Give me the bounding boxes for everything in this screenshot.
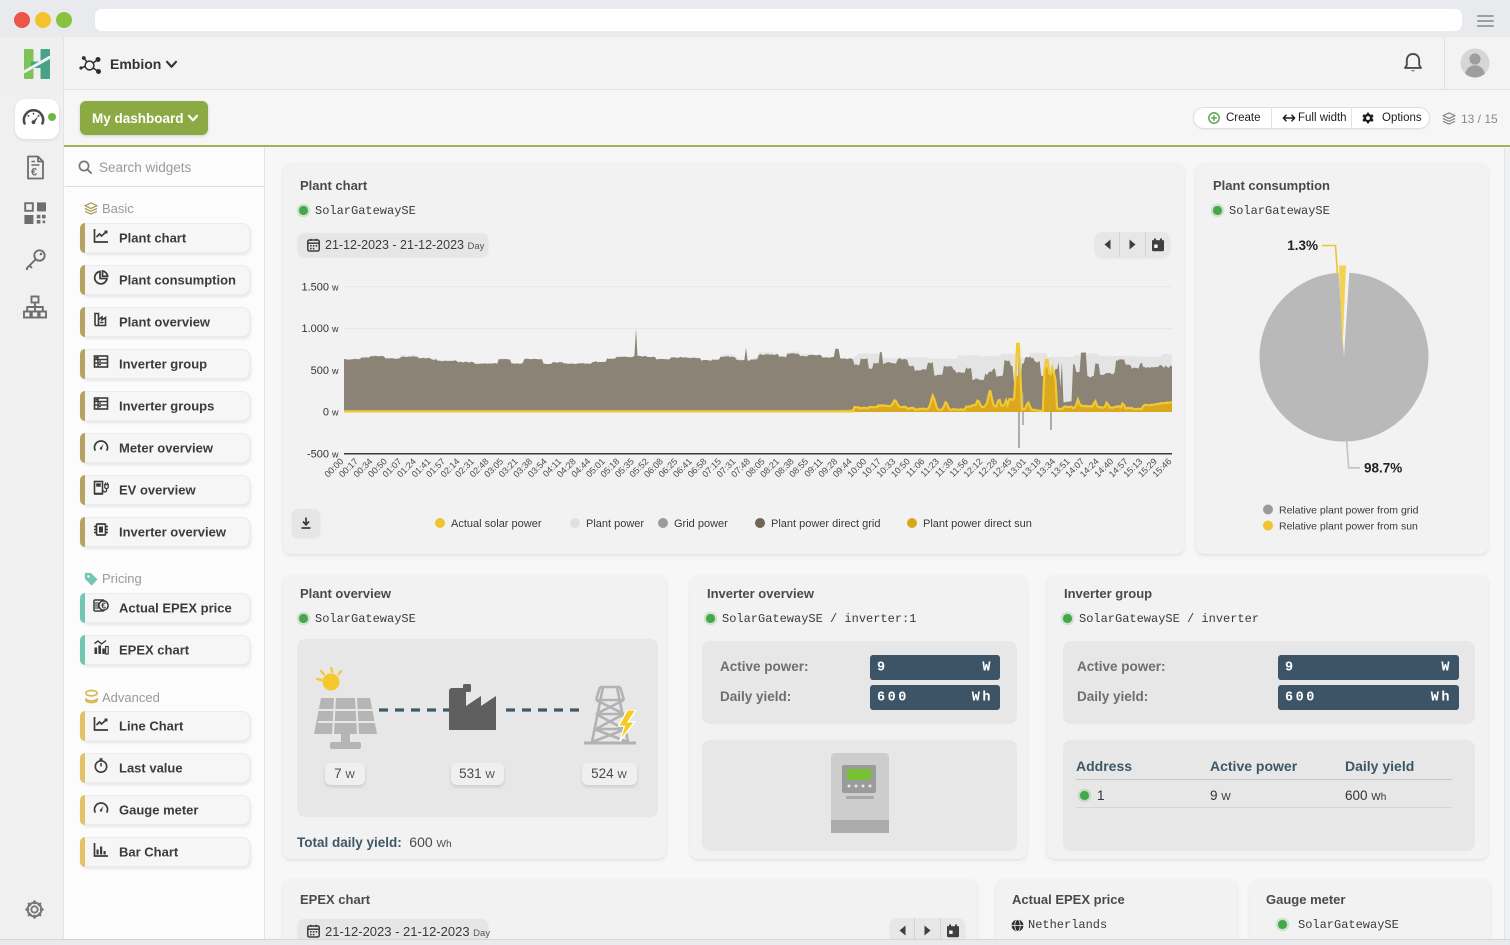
svg-text:Relative plant power from sun: Relative plant power from sun (1279, 521, 1418, 533)
svg-text:-500: -500 (307, 448, 329, 460)
svg-text:Plant power direct sun: Plant power direct sun (923, 518, 1032, 530)
svg-text:Actual solar power: Actual solar power (451, 518, 542, 530)
svg-text:w: w (331, 282, 339, 292)
svg-text:Plant power: Plant power (586, 518, 644, 530)
svg-text:w: w (331, 324, 339, 334)
svg-text:1.500: 1.500 (301, 281, 329, 293)
svg-text:98.7%: 98.7% (1364, 461, 1402, 476)
svg-text:0: 0 (323, 407, 329, 419)
svg-text:500: 500 (311, 365, 329, 377)
svg-text:€: € (101, 601, 106, 611)
svg-text:w: w (331, 366, 339, 376)
svg-text:Relative plant power from grid: Relative plant power from grid (1279, 505, 1419, 517)
svg-text:1.3%: 1.3% (1287, 238, 1318, 253)
svg-text:w: w (331, 408, 339, 418)
svg-text:1.000: 1.000 (301, 323, 329, 335)
svg-text:Grid power: Grid power (674, 518, 728, 530)
svg-text:€: € (31, 167, 37, 179)
svg-text:Plant power direct grid: Plant power direct grid (771, 518, 880, 530)
